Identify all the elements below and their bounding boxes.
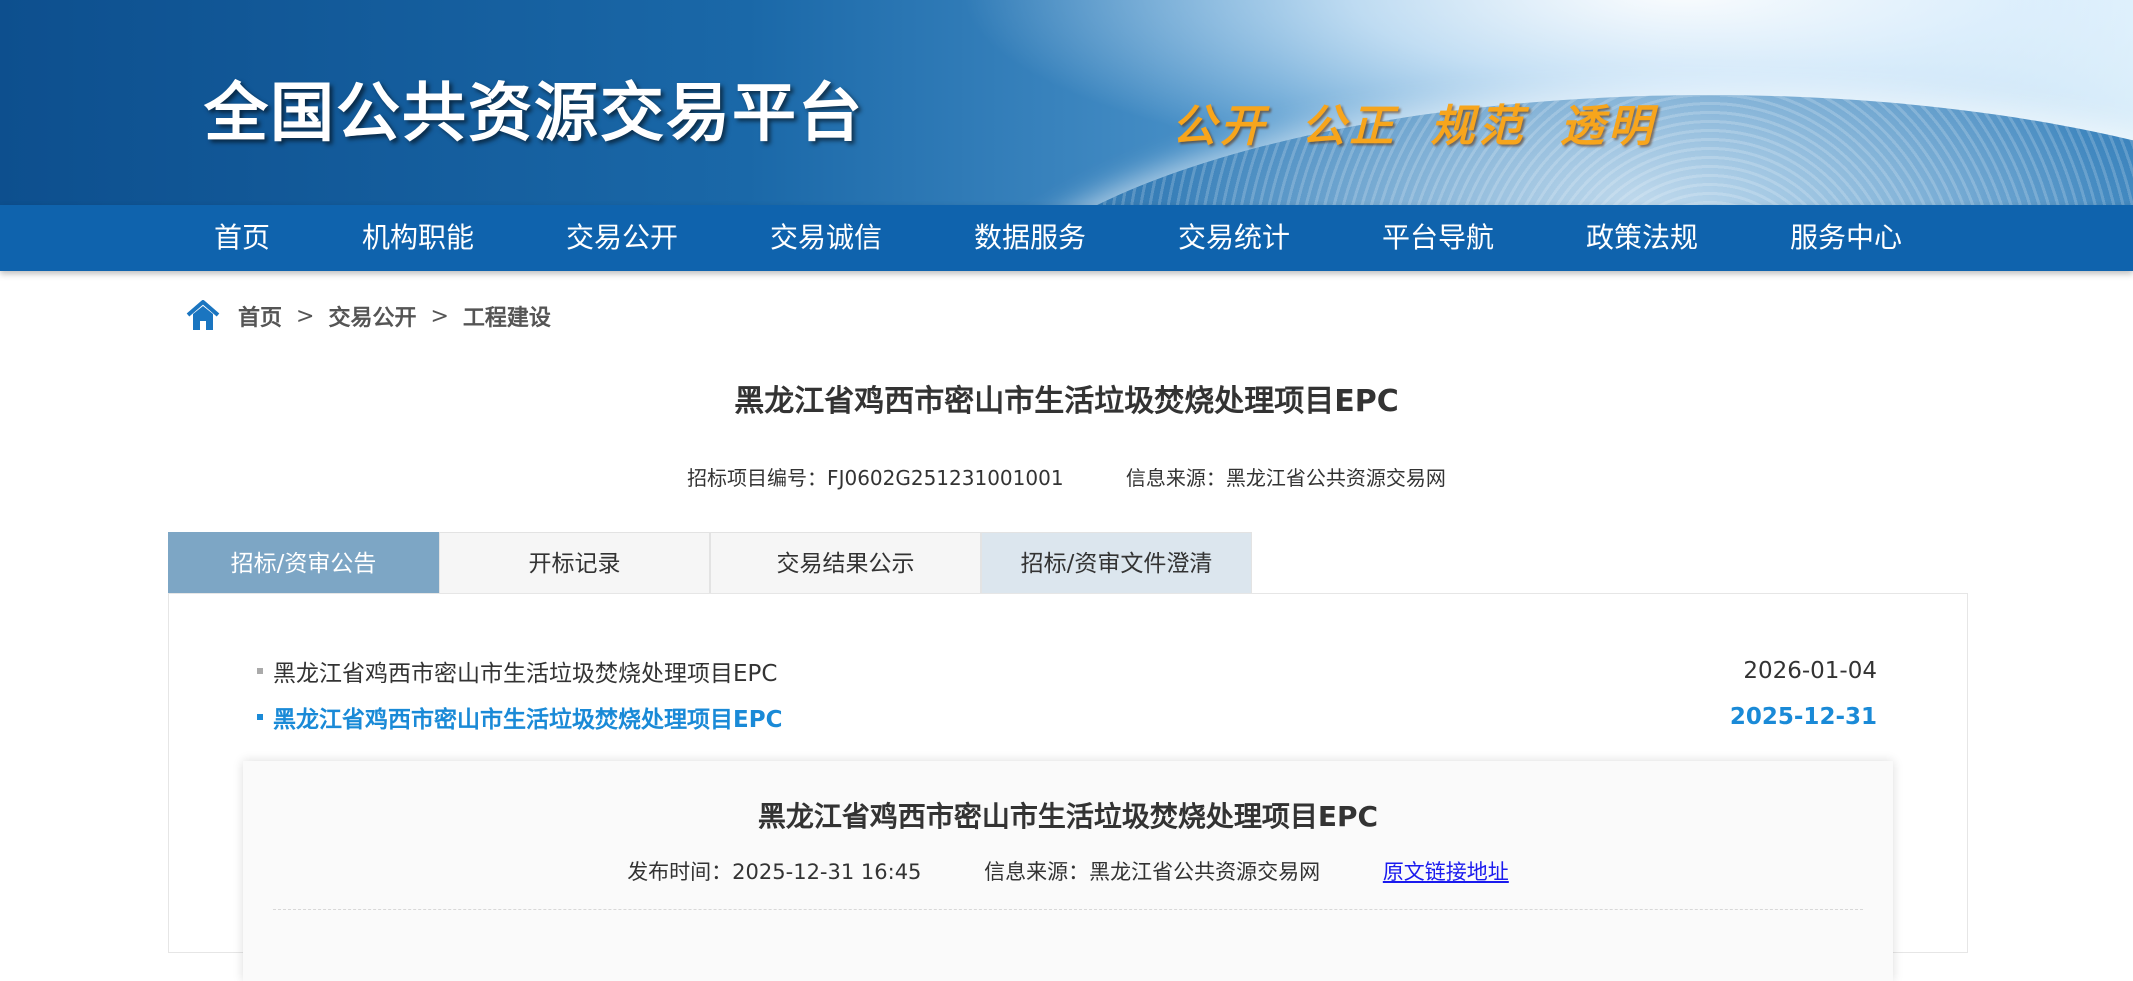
- list-item[interactable]: 黑龙江省鸡西市密山市生活垃圾焚烧处理项目EPC 2026-01-04: [257, 648, 1877, 694]
- nav-item-statistics[interactable]: 交易统计: [1132, 205, 1336, 271]
- list-item[interactable]: 黑龙江省鸡西市密山市生活垃圾焚烧处理项目EPC 2025-12-31: [257, 694, 1877, 740]
- announcement-title[interactable]: 黑龙江省鸡西市密山市生活垃圾焚烧处理项目EPC: [273, 700, 782, 734]
- tab-file-clarification[interactable]: 招标/资审文件澄清: [981, 532, 1252, 594]
- tab-bar: 招标/资审公告 开标记录 交易结果公示 招标/资审文件澄清: [168, 532, 1252, 594]
- announcement-date: 2025-12-31: [1729, 704, 1877, 730]
- original-link[interactable]: 原文链接地址: [1383, 860, 1509, 884]
- announcement-title[interactable]: 黑龙江省鸡西市密山市生活垃圾焚烧处理项目EPC: [273, 654, 777, 688]
- breadcrumb: 首页 > 交易公开 > 工程建设: [186, 296, 551, 336]
- bullet-icon: [257, 714, 263, 720]
- nav-item-data-service[interactable]: 数据服务: [928, 205, 1132, 271]
- project-source: 信息来源：黑龙江省公共资源交易网: [1125, 466, 1446, 490]
- bullet-icon: [257, 668, 263, 674]
- home-icon[interactable]: [186, 300, 220, 332]
- site-logo[interactable]: 全国公共资源交易平台: [204, 62, 864, 154]
- nav-item-policy[interactable]: 政策法规: [1540, 205, 1744, 271]
- content-panel: 黑龙江省鸡西市密山市生活垃圾焚烧处理项目EPC 2026-01-04 黑龙江省鸡…: [168, 593, 1968, 981]
- breadcrumb-separator: >: [296, 303, 315, 329]
- banner-slogan: 公开 公正 规范 透明: [1172, 101, 1656, 152]
- divider: [273, 909, 1863, 910]
- tab-tender-notice[interactable]: 招标/资审公告: [168, 532, 439, 594]
- nav-item-home[interactable]: 首页: [168, 205, 316, 271]
- main-nav: 首页 机构职能 交易公开 交易诚信 数据服务 交易统计 平台导航 政策法规 服务…: [0, 205, 2133, 271]
- detail-card: 黑龙江省鸡西市密山市生活垃圾焚烧处理项目EPC 发布时间：2025-12-31 …: [243, 761, 1893, 981]
- breadcrumb-transactions[interactable]: 交易公开: [328, 300, 416, 332]
- announcement-list: 黑龙江省鸡西市密山市生活垃圾焚烧处理项目EPC 2026-01-04 黑龙江省鸡…: [257, 648, 1877, 740]
- detail-meta: 发布时间：2025-12-31 16:45 信息来源：黑龙江省公共资源交易网 原…: [243, 856, 1893, 886]
- header-banner: 全国公共资源交易平台 公开 公正 规范 透明: [0, 0, 2133, 205]
- detail-title: 黑龙江省鸡西市密山市生活垃圾焚烧处理项目EPC: [757, 800, 1379, 833]
- nav-item-transactions[interactable]: 交易公开: [520, 205, 724, 271]
- project-meta: 招标项目编号：FJ0602G251231001001 信息来源：黑龙江省公共资源…: [0, 462, 2133, 491]
- tab-bid-opening-record[interactable]: 开标记录: [439, 532, 710, 594]
- nav-item-service-center[interactable]: 服务中心: [1744, 205, 1948, 271]
- project-code: 招标项目编号：FJ0602G251231001001: [687, 466, 1064, 490]
- nav-item-integrity[interactable]: 交易诚信: [724, 205, 928, 271]
- page-title: 黑龙江省鸡西市密山市生活垃圾焚烧处理项目EPC: [734, 384, 1399, 419]
- tab-result-notice[interactable]: 交易结果公示: [710, 532, 981, 594]
- breadcrumb-separator: >: [430, 303, 449, 329]
- nav-item-institution[interactable]: 机构职能: [316, 205, 520, 271]
- nav-item-platform-nav[interactable]: 平台导航: [1336, 205, 1540, 271]
- announcement-date: 2026-01-04: [1743, 658, 1877, 684]
- publish-time: 发布时间：2025-12-31 16:45: [627, 860, 922, 884]
- breadcrumb-home[interactable]: 首页: [238, 300, 282, 332]
- breadcrumb-engineering[interactable]: 工程建设: [463, 300, 551, 332]
- detail-source: 信息来源：黑龙江省公共资源交易网: [984, 860, 1321, 884]
